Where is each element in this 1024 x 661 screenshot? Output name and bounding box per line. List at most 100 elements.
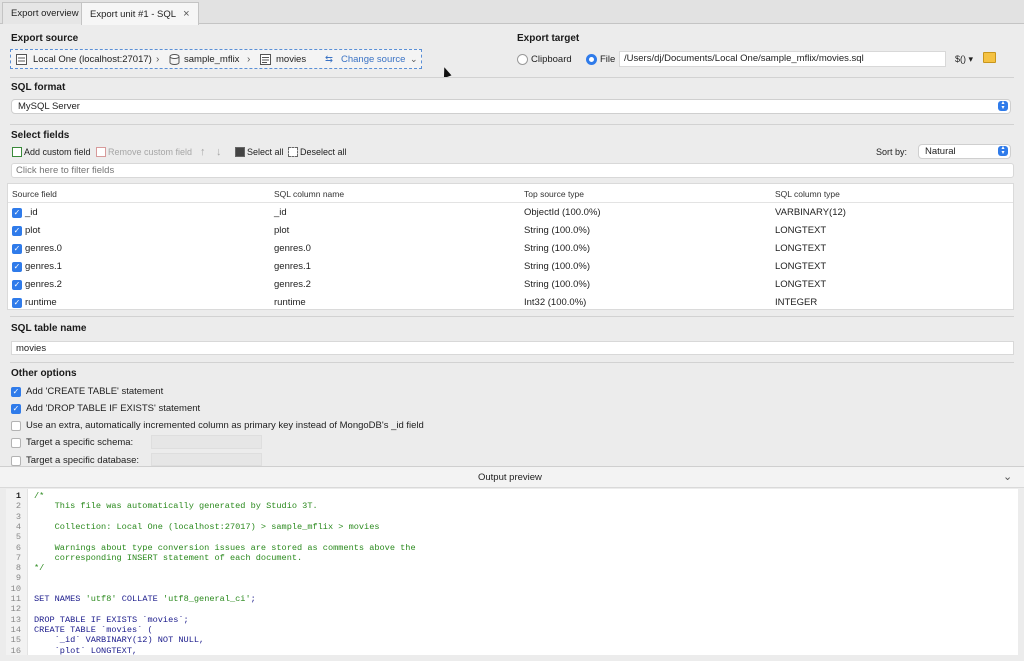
connection-name[interactable]: Local One (localhost:27017) bbox=[33, 50, 152, 69]
divider bbox=[10, 362, 1014, 363]
line-number: 12 bbox=[10, 604, 21, 615]
output-preview-title: Output preview bbox=[478, 472, 542, 483]
row-checkbox[interactable]: ✓ bbox=[12, 298, 22, 308]
remove-field-icon bbox=[96, 147, 106, 157]
clipboard-radio[interactable] bbox=[517, 54, 528, 65]
target-schema-input[interactable] bbox=[151, 435, 262, 449]
row-checkbox[interactable]: ✓ bbox=[12, 208, 22, 218]
column-header[interactable]: SQL column type bbox=[775, 189, 840, 199]
deselect-all-button[interactable]: Deselect all bbox=[288, 146, 347, 158]
column-header[interactable]: Top source type bbox=[524, 189, 584, 199]
sort-by-value: Natural bbox=[925, 146, 956, 157]
move-down-icon[interactable]: ↓ bbox=[216, 146, 222, 158]
line-number-gutter: 1 2 3 4 5 6 7 8 9 10 11 12 13 14 15 16 bbox=[6, 489, 28, 655]
change-source-link[interactable]: Change source bbox=[341, 50, 405, 69]
table-row[interactable]: ✓ genres.0 genres.0 String (100.0%) LONG… bbox=[8, 240, 1013, 258]
row-checkbox[interactable]: ✓ bbox=[12, 262, 22, 272]
line-number: 13 bbox=[10, 614, 21, 625]
filter-fields-input[interactable] bbox=[11, 163, 1014, 178]
output-preview-header[interactable]: Output preview ⌄ bbox=[0, 466, 1024, 488]
line-number: 7 bbox=[15, 552, 21, 563]
table-row[interactable]: ✓ runtime runtime Int32 (100.0%) INTEGER bbox=[8, 294, 1013, 312]
chevron-down-icon[interactable]: ⌄ bbox=[1003, 470, 1012, 483]
code-line: SET NAMES 'utf8' COLLATE 'utf8_general_c… bbox=[34, 594, 256, 604]
fields-table: Source field SQL column name Top source … bbox=[7, 183, 1014, 310]
sql-column-type[interactable]: VARBINARY(12) bbox=[775, 207, 846, 218]
sql-column-name[interactable]: genres.1 bbox=[274, 261, 311, 272]
select-stepper-icon: ▴ ▾ bbox=[998, 100, 1008, 111]
code-line: /* bbox=[34, 491, 45, 501]
auto-increment-checkbox[interactable] bbox=[11, 421, 21, 431]
sql-column-name[interactable]: plot bbox=[274, 225, 289, 236]
sql-column-type[interactable]: LONGTEXT bbox=[775, 243, 826, 254]
sort-by-select[interactable]: Natural ▴ ▾ bbox=[918, 144, 1011, 159]
file-path-field[interactable]: /Users/dj/Documents/Local One/sample_mfl… bbox=[619, 51, 946, 67]
target-schema-checkbox[interactable] bbox=[11, 438, 21, 448]
add-custom-field-button[interactable]: Add custom field bbox=[12, 146, 91, 158]
chevron-right-icon: › bbox=[156, 54, 160, 65]
drop-table-checkbox[interactable]: ✓ bbox=[11, 404, 21, 414]
column-header[interactable]: Source field bbox=[12, 189, 57, 199]
sql-column-type[interactable]: INTEGER bbox=[775, 297, 817, 308]
deselect-all-label: Deselect all bbox=[300, 147, 347, 157]
export-source-heading: Export source bbox=[11, 33, 79, 44]
sql-column-name[interactable]: runtime bbox=[274, 297, 306, 308]
divider bbox=[10, 77, 1014, 78]
sql-format-select[interactable]: MySQL Server ▴ ▾ bbox=[11, 99, 1011, 114]
file-radio[interactable] bbox=[586, 54, 597, 65]
file-label: File bbox=[600, 54, 616, 65]
tab-export-overview[interactable]: Export overview bbox=[2, 2, 88, 24]
row-checkbox[interactable]: ✓ bbox=[12, 244, 22, 254]
server-icon bbox=[16, 54, 27, 65]
create-table-label: Add 'CREATE TABLE' statement bbox=[26, 386, 164, 397]
sql-column-type[interactable]: LONGTEXT bbox=[775, 225, 826, 236]
export-target-heading: Export target bbox=[517, 33, 580, 44]
variable-button-label: $() bbox=[955, 54, 966, 64]
column-header[interactable]: SQL column name bbox=[274, 189, 344, 199]
move-up-icon[interactable]: ↑ bbox=[200, 146, 206, 158]
sort-by-label: Sort by: bbox=[876, 147, 908, 157]
code-line: This file was automatically generated by… bbox=[34, 501, 318, 512]
create-table-checkbox[interactable]: ✓ bbox=[11, 387, 21, 397]
select-all-button[interactable]: Select all bbox=[235, 146, 284, 158]
line-number: 8 bbox=[15, 563, 21, 574]
sql-column-type[interactable]: LONGTEXT bbox=[775, 261, 826, 272]
sql-column-type[interactable]: LONGTEXT bbox=[775, 279, 826, 290]
tab-bar: Export overview Export unit #1 - SQL × bbox=[0, 0, 1024, 25]
top-source-type: ObjectId (100.0%) bbox=[524, 207, 601, 218]
close-icon[interactable]: × bbox=[183, 8, 189, 20]
row-checkbox[interactable]: ✓ bbox=[12, 280, 22, 290]
sql-table-name-field[interactable]: movies bbox=[11, 341, 1014, 355]
target-database-input[interactable] bbox=[151, 453, 262, 466]
database-name[interactable]: sample_mflix bbox=[184, 50, 239, 69]
collection-name[interactable]: movies bbox=[276, 50, 306, 69]
table-row[interactable]: ✓ plot plot String (100.0%) LONGTEXT bbox=[8, 222, 1013, 240]
code-line: corresponding INSERT statement of each d… bbox=[34, 552, 303, 563]
sql-column-name[interactable]: genres.0 bbox=[274, 243, 311, 254]
table-row[interactable]: ✓ genres.2 genres.2 String (100.0%) LONG… bbox=[8, 276, 1013, 294]
code-line: CREATE TABLE `movies` ( bbox=[34, 624, 153, 635]
database-icon bbox=[169, 54, 180, 65]
remove-custom-field-button[interactable]: Remove custom field bbox=[96, 146, 192, 158]
source-field: runtime bbox=[25, 297, 57, 308]
line-number: 1 bbox=[15, 491, 21, 501]
line-number: 6 bbox=[15, 542, 21, 553]
folder-icon[interactable] bbox=[983, 52, 996, 63]
sql-column-name[interactable]: _id bbox=[274, 207, 287, 218]
row-checkbox[interactable]: ✓ bbox=[12, 226, 22, 236]
top-source-type: String (100.0%) bbox=[524, 261, 591, 272]
line-number: 2 bbox=[15, 501, 21, 512]
source-breadcrumb[interactable]: Local One (localhost:27017) › sample_mfl… bbox=[10, 49, 422, 69]
target-database-checkbox[interactable] bbox=[11, 456, 21, 466]
chevron-down-icon[interactable]: ⌄ bbox=[410, 50, 418, 69]
line-number: 9 bbox=[15, 573, 21, 584]
table-row[interactable]: ✓ _id _id ObjectId (100.0%) VARBINARY(12… bbox=[8, 204, 1013, 222]
variable-button[interactable]: $() ▾ bbox=[955, 54, 973, 65]
divider bbox=[10, 124, 1014, 125]
sql-column-name[interactable]: genres.2 bbox=[274, 279, 311, 290]
code-line: `_id` VARBINARY(12) NOT NULL, bbox=[34, 635, 205, 646]
tab-export-unit-sql[interactable]: Export unit #1 - SQL × bbox=[81, 2, 199, 25]
code-line: DROP TABLE IF EXISTS `movies`; bbox=[34, 614, 189, 625]
code-editor[interactable]: 1 2 3 4 5 6 7 8 9 10 11 12 13 14 15 16 /* This file was… bbox=[6, 489, 1018, 655]
table-row[interactable]: ✓ genres.1 genres.1 String (100.0%) LONG… bbox=[8, 258, 1013, 276]
